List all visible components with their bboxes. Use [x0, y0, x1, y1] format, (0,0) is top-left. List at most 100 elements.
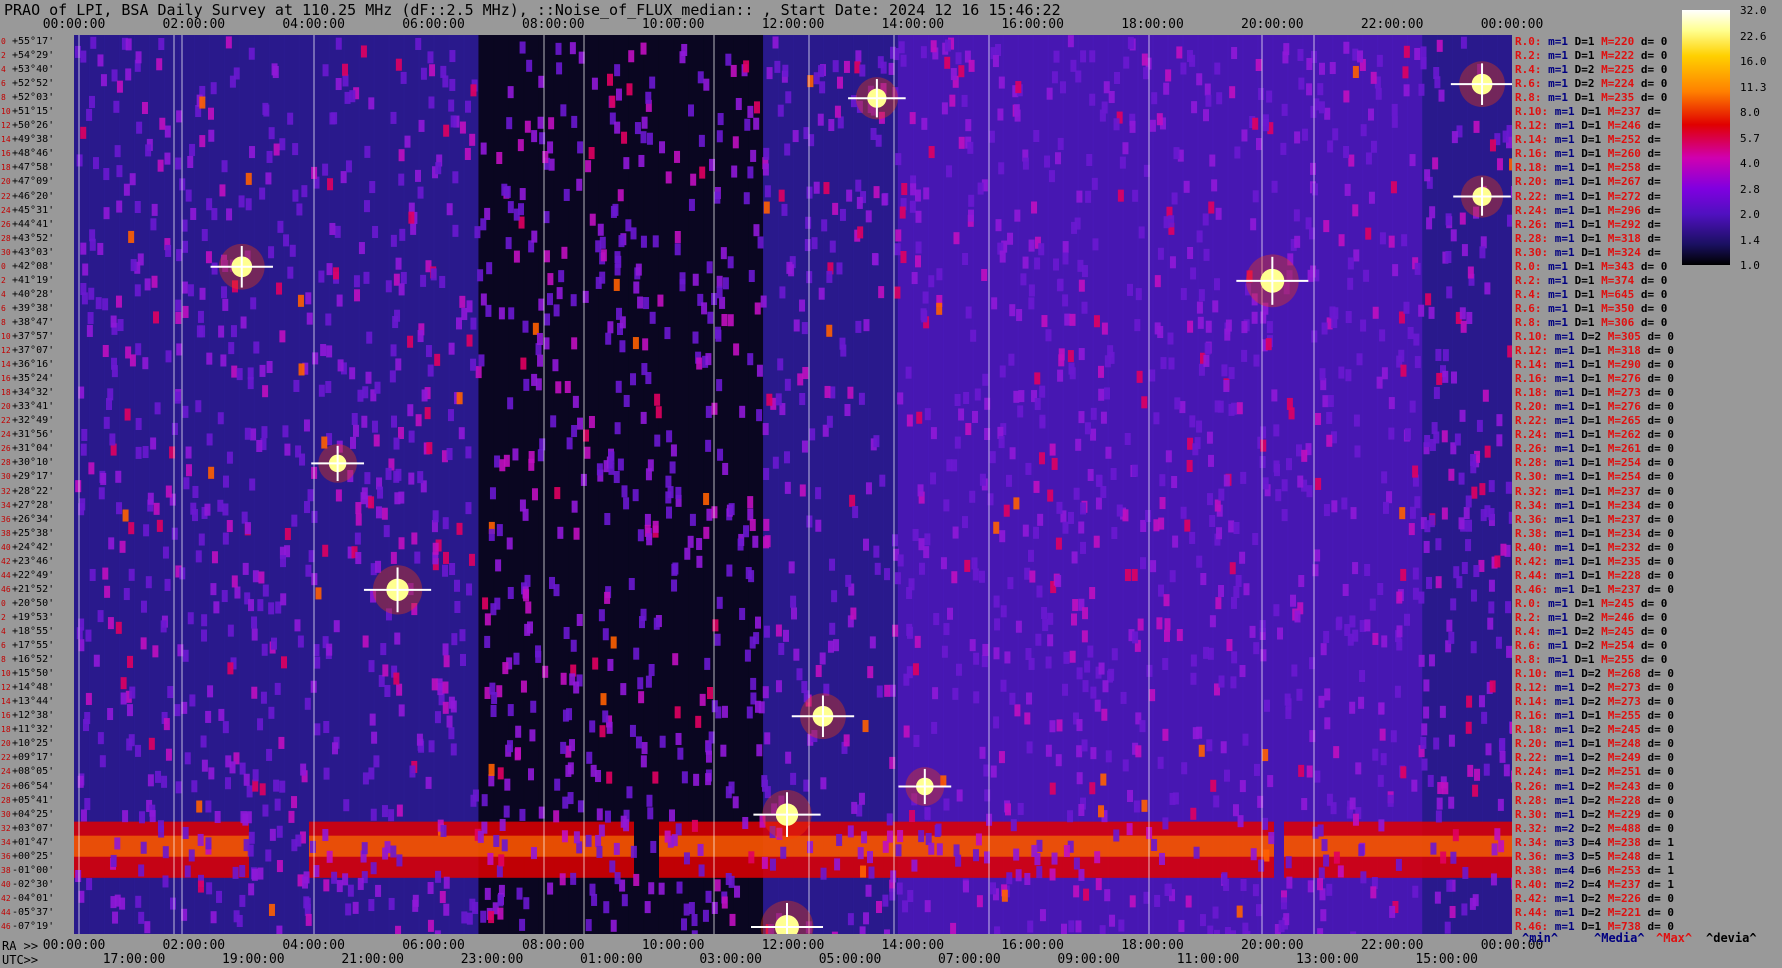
dec-tick-label: +53°40': [12, 64, 55, 76]
heatmap-pixel: [1317, 878, 1324, 891]
row-index-label: 6: [1, 641, 6, 651]
heatmap-pixel: [1471, 486, 1478, 499]
heatmap-pixel: [1250, 218, 1257, 231]
heatmap-pixel: [370, 808, 377, 821]
dec-tick-label: +29°17': [12, 471, 55, 483]
top-tick-label: 06:00:00: [402, 17, 465, 32]
row-index-label: 14: [1, 360, 11, 370]
heatmap-pixel: [1241, 129, 1248, 142]
heatmap-pixel: [1055, 575, 1062, 588]
heatmap-pixel: [1208, 201, 1215, 214]
heatmap-pixel: [1228, 367, 1235, 380]
heatmap-pixel: [884, 684, 891, 697]
heatmap-pixel: [266, 748, 273, 761]
heatmap-pixel: [714, 633, 721, 646]
beam-devia: d= 0: [1647, 330, 1675, 343]
heatmap-pixel: [547, 882, 554, 895]
heatmap-pixel: [1080, 541, 1087, 554]
heatmap-pixel: [610, 636, 617, 649]
heatmap-pixel: [218, 325, 225, 338]
heatmap-pixel: [974, 388, 981, 401]
beam-devia: d= 0: [1647, 582, 1675, 596]
heatmap-pixel: [1036, 839, 1043, 852]
heatmap-pixel: [335, 77, 342, 91]
heatmap-pixel: [1294, 610, 1301, 623]
heatmap-pixel: [560, 741, 567, 754]
heatmap-pixel: [1378, 819, 1385, 832]
heatmap-pixel: [1273, 424, 1280, 437]
beam-id: R.26:: [1515, 779, 1555, 793]
ra-tick-label: 06:00:00: [402, 938, 465, 953]
heatmap-pixel: [753, 224, 760, 237]
heatmap-pixel: [210, 82, 217, 95]
heatmap-pixel: [287, 266, 294, 279]
heatmap-pixel: [109, 433, 116, 446]
dec-tick-label: +12°38': [12, 710, 55, 722]
heatmap-pixel: [205, 710, 212, 723]
heatmap-pixel: [1277, 627, 1284, 640]
heatmap-pixel: [225, 36, 232, 49]
heatmap-pixel: [1111, 648, 1118, 661]
heatmap-pixel: [398, 704, 405, 717]
dec-tick-label: +16°52': [12, 654, 55, 666]
beam-id: R.34:: [1515, 835, 1555, 849]
beam-median: D=2: [1581, 765, 1608, 779]
heatmap-pixel: [265, 849, 272, 862]
colorbar: [1682, 10, 1730, 265]
heatmap-pixel: [1321, 839, 1328, 852]
heatmap-pixel: [1229, 562, 1236, 575]
heatmap-pixel: [408, 472, 415, 485]
heatmap-pixel: [1127, 36, 1134, 49]
heatmap-pixel: [1510, 877, 1512, 890]
heatmap-pixel: [762, 686, 769, 699]
heatmap-pixel: [623, 157, 630, 170]
heatmap-pixel: [1321, 322, 1328, 335]
heatmap-pixel: [1360, 124, 1367, 137]
heatmap-pixel: [1345, 311, 1352, 324]
heatmap-pixel: [336, 294, 343, 307]
heatmap-pixel: [640, 411, 647, 424]
heatmap-pixel: [757, 236, 764, 249]
heatmap-pixel: [1203, 354, 1210, 367]
heatmap-pixel: [896, 882, 903, 895]
beam-id: R.16:: [1515, 147, 1555, 161]
beam-min: m=1: [1554, 147, 1582, 161]
heatmap-pixel: [1149, 369, 1156, 382]
heatmap-pixel: [1075, 438, 1082, 451]
beam-id: R.2:: [1515, 273, 1549, 287]
heatmap-pixel: [614, 251, 621, 264]
heatmap-pixel: [333, 620, 340, 633]
beam-min: m=1: [1554, 512, 1582, 526]
heatmap-pixel: [617, 189, 624, 202]
heatmap-pixel: [322, 544, 329, 557]
row-index-label: 38: [1, 528, 11, 538]
heatmap-pixel: [355, 552, 362, 565]
heatmap-pixel: [606, 721, 613, 734]
heatmap-svg[interactable]: [74, 35, 1512, 934]
heatmap-pixel: [1274, 464, 1281, 477]
heatmap-pixel: [196, 800, 203, 813]
heatmap-pixel: [977, 182, 984, 195]
heatmap-pixel: [1197, 316, 1204, 329]
heatmap-pixel: [715, 706, 722, 719]
heatmap-pixel: [250, 297, 257, 310]
heatmap-pixel: [714, 326, 721, 339]
heatmap-pixel: [1045, 744, 1052, 757]
heatmap-pixel: [621, 894, 628, 907]
dec-tick-label: +10°25': [12, 738, 55, 750]
heatmap-pixel: [906, 666, 913, 679]
beam-min: m=1: [1554, 470, 1582, 484]
beam-median: D=2: [1574, 639, 1602, 653]
heatmap-pixel: [928, 842, 935, 855]
heatmap-pixel: [206, 433, 213, 446]
heatmap-pixel: [993, 521, 1000, 534]
dec-tick-label: +43°52': [12, 232, 55, 244]
beam-max: M=235: [1607, 554, 1648, 568]
heatmap-pixel: [84, 798, 91, 811]
heatmap-pixel: [201, 228, 208, 242]
heatmap-pixel: [1208, 454, 1215, 467]
heatmap-pixel: [458, 427, 465, 440]
heatmap-pixel: [1151, 92, 1158, 105]
heatmap-pixel: [1162, 657, 1169, 670]
heatmap-pixel: [697, 71, 704, 84]
